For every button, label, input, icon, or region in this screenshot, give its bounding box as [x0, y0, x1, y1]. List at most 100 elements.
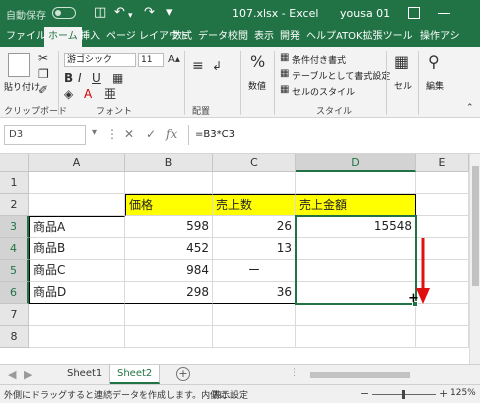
conditional-format-icon[interactable]: ▦: [280, 51, 289, 65]
minimize-icon[interactable]: [438, 13, 450, 14]
tab-tell-me[interactable]: 操作アシ: [420, 27, 460, 47]
copy-icon[interactable]: ❐: [38, 67, 49, 81]
tab-view[interactable]: 表示: [254, 27, 274, 47]
plus-icon[interactable]: +: [176, 367, 190, 381]
tab-home[interactable]: ホーム: [44, 27, 82, 47]
sheet-next-icon[interactable]: ▶: [24, 368, 32, 381]
cell-d6[interactable]: [296, 282, 416, 304]
row-header-7[interactable]: 7: [0, 304, 29, 326]
bold-icon[interactable]: B: [64, 71, 73, 85]
cell-a1[interactable]: [29, 172, 125, 194]
cells-button[interactable]: セル: [394, 79, 412, 92]
cell-d7[interactable]: [296, 304, 416, 326]
row-header-2[interactable]: 2: [0, 194, 29, 216]
chevron-down-icon[interactable]: ▾: [92, 127, 97, 138]
worksheet-grid[interactable]: A B C D E 1 2 3 4 5 6 7 8 価格 売上数 売上金額 商品…: [0, 154, 480, 364]
cell-b2[interactable]: 価格: [125, 194, 213, 216]
format-painter-icon[interactable]: ✐: [38, 83, 48, 97]
sheet-tab-sheet2[interactable]: Sheet2: [110, 365, 161, 384]
grow-font-icon[interactable]: A▴: [168, 53, 180, 67]
cell-c6[interactable]: 36: [213, 282, 296, 304]
cell-b5[interactable]: 984: [125, 260, 213, 282]
row-header-8[interactable]: 8: [0, 326, 29, 348]
tab-atok[interactable]: ATOK拡張ツール: [336, 27, 413, 47]
cell-d3[interactable]: 15548: [296, 216, 416, 238]
tab-help[interactable]: ヘルプ: [306, 27, 336, 47]
paste-button[interactable]: 貼り付け: [4, 80, 40, 93]
tab-formulas[interactable]: 数式: [172, 27, 192, 47]
tab-insert[interactable]: 挿入: [80, 27, 100, 47]
cell-b4[interactable]: 452: [125, 238, 213, 260]
cell-e1[interactable]: [416, 172, 469, 194]
cell-e2[interactable]: [416, 194, 469, 216]
autosave-toggle[interactable]: [52, 7, 76, 19]
ribbon-display-icon[interactable]: [408, 7, 420, 19]
cell-a5[interactable]: 商品C: [29, 260, 125, 282]
wrap-icon[interactable]: ↲: [212, 59, 222, 73]
cancel-icon[interactable]: ✕: [124, 127, 134, 141]
undo-icon[interactable]: ↶: [114, 5, 125, 21]
font-color-icon[interactable]: A: [84, 87, 92, 101]
select-all-corner[interactable]: [0, 154, 29, 172]
row-header-6[interactable]: 6: [0, 282, 29, 304]
cut-icon[interactable]: ✂: [38, 51, 48, 65]
tab-developer[interactable]: 開発: [280, 27, 300, 47]
paste-icon[interactable]: [8, 53, 30, 77]
cell-c4[interactable]: 13: [213, 238, 296, 260]
cell-c8[interactable]: [213, 326, 296, 348]
cell-c2[interactable]: 売上数: [213, 194, 296, 216]
enter-icon[interactable]: ✓: [146, 127, 156, 141]
italic-icon[interactable]: I: [78, 71, 82, 85]
cell-d1[interactable]: [296, 172, 416, 194]
row-header-3[interactable]: 3: [0, 216, 29, 238]
row-header-5[interactable]: 5: [0, 260, 29, 282]
cell-e7[interactable]: [416, 304, 469, 326]
cell-a3[interactable]: 商品A: [29, 216, 125, 238]
cell-d2[interactable]: 売上金額: [296, 194, 416, 216]
sheet-prev-icon[interactable]: ◀: [8, 368, 16, 381]
cell-d4[interactable]: [296, 238, 416, 260]
row-header-1[interactable]: 1: [0, 172, 29, 194]
table-format-button[interactable]: テーブルとして書式設定: [292, 69, 390, 82]
cell-b1[interactable]: [125, 172, 213, 194]
zoom-in-icon[interactable]: +: [439, 387, 448, 400]
fill-color-icon[interactable]: ◈: [64, 87, 73, 101]
column-header-c[interactable]: C: [213, 154, 296, 172]
underline-icon[interactable]: U: [92, 71, 101, 85]
phonetic-icon[interactable]: 亜: [104, 87, 116, 101]
cells-icon[interactable]: ▦: [394, 54, 409, 70]
cell-style-icon[interactable]: ▦: [280, 83, 289, 97]
tab-file[interactable]: ファイル: [6, 27, 46, 47]
row-header-4[interactable]: 4: [0, 238, 29, 260]
collapse-ribbon-icon[interactable]: ⌃: [466, 101, 474, 115]
name-box[interactable]: D3: [4, 125, 86, 145]
zoom-slider-handle[interactable]: [402, 390, 405, 399]
conditional-format-button[interactable]: 条件付き書式: [292, 53, 346, 66]
insert-function-icon[interactable]: fx: [166, 127, 177, 141]
sheet-tab-sheet1[interactable]: Sheet1: [60, 365, 111, 384]
column-header-b[interactable]: B: [125, 154, 213, 172]
tab-data[interactable]: データ: [198, 27, 228, 47]
column-header-a[interactable]: A: [29, 154, 125, 172]
zoom-out-icon[interactable]: −: [360, 387, 369, 400]
save-icon[interactable]: ◫: [94, 5, 106, 21]
column-header-e[interactable]: E: [416, 154, 469, 172]
cell-a6[interactable]: 商品D: [29, 282, 125, 304]
cell-b7[interactable]: [125, 304, 213, 326]
cell-b3[interactable]: 598: [125, 216, 213, 238]
cell-c1[interactable]: [213, 172, 296, 194]
formula-input[interactable]: =B3*C3: [188, 125, 476, 145]
cell-a4[interactable]: 商品B: [29, 238, 125, 260]
percent-icon[interactable]: %: [250, 54, 265, 70]
zoom-level[interactable]: 125%: [450, 388, 476, 398]
vertical-scrollbar[interactable]: [469, 154, 480, 364]
user-name[interactable]: yousa 01: [340, 7, 390, 20]
cell-b6[interactable]: 298: [125, 282, 213, 304]
horizontal-scrollbar[interactable]: [300, 371, 470, 379]
cell-d5[interactable]: [296, 260, 416, 282]
align-icon[interactable]: ≡: [192, 59, 204, 73]
redo-icon[interactable]: ↷: [144, 5, 155, 21]
cell-c5[interactable]: ー: [213, 260, 296, 282]
cell-e8[interactable]: [416, 326, 469, 348]
number-format-button[interactable]: 数値: [248, 79, 266, 92]
